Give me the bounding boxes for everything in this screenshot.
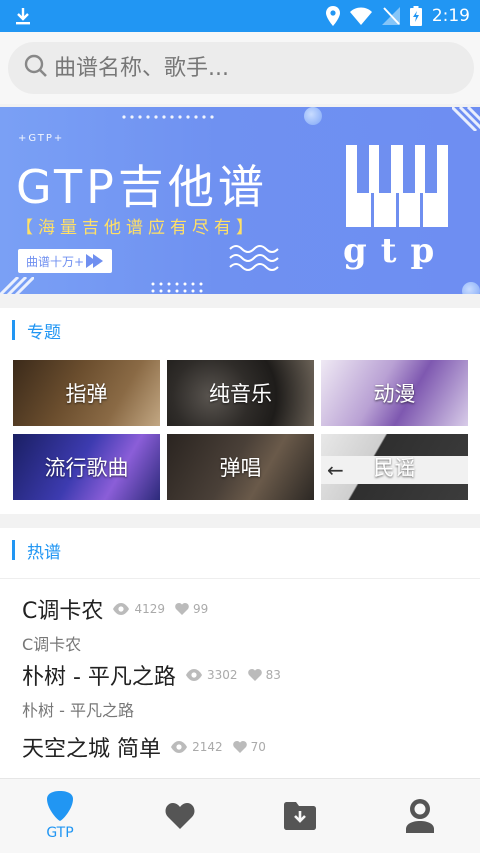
search-icon (24, 54, 48, 82)
section-accent-bar (12, 540, 15, 560)
topic-tile-pop[interactable]: 流行歌曲 (13, 434, 160, 500)
song-title: 天空之城 简单 (22, 737, 161, 762)
battery-icon (409, 6, 422, 26)
section-accent-bar (12, 320, 15, 340)
decor-stripes (0, 277, 34, 294)
banner-title: GTP吉他谱 (16, 160, 268, 214)
play-arrow-icon (86, 254, 104, 268)
view-count: 4129 (134, 602, 166, 616)
clock-time: 2:19 (431, 6, 470, 26)
topics-title: 专题 (27, 322, 61, 343)
topic-tile-fingerstyle[interactable]: 指弹 (13, 360, 160, 426)
hot-title: 热谱 (27, 542, 61, 563)
topic-label: 弹唱 (219, 456, 262, 480)
song-stats: 4129 99 (112, 602, 208, 616)
download-folder-icon (284, 802, 316, 830)
no-signal-icon (381, 7, 400, 25)
location-icon (325, 6, 340, 26)
song-stats: 3302 83 (185, 668, 281, 682)
hot-list: C调卡农 4129 99 C调卡农 朴树 - 平凡之路 3302 83 朴树 -… (0, 578, 480, 778)
hot-section: 热谱 C调卡农 4129 99 C调卡农 朴树 - 平凡之路 3302 83 朴… (0, 528, 480, 778)
eye-icon (171, 741, 188, 753)
banner-logo-text: gtp (343, 231, 449, 271)
song-title: 朴树 - 平凡之路 (22, 665, 176, 690)
download-icon (14, 6, 32, 26)
wave-decor (229, 245, 279, 271)
topic-tile-anime[interactable]: 动漫 (321, 360, 468, 426)
banner-badge: 曲谱十万+ (18, 249, 113, 273)
nav-tab-gtp[interactable]: GTP (0, 779, 120, 853)
eye-icon (186, 669, 203, 681)
topic-tile-sing-along[interactable]: 弹唱 (167, 434, 314, 500)
topic-label: 指弹 (65, 382, 108, 406)
like-count: 83 (265, 668, 281, 682)
pick-icon (47, 791, 73, 821)
song-title: C调卡农 (22, 599, 104, 624)
bottom-nav: GTP (0, 778, 480, 853)
heart-icon (165, 803, 195, 829)
piano-keys-logo (346, 145, 448, 227)
topics-section: 专题 指弹 纯音乐 动漫 流行歌曲 弹唱 ← 民谣 (0, 308, 480, 514)
banner-subtitle: +GTP+ (18, 133, 65, 144)
song-subtitle: 朴树 - 平凡之路 (22, 701, 134, 720)
view-count: 2142 (192, 740, 223, 754)
like-count: 99 (193, 602, 209, 616)
nav-tab-favorites[interactable] (120, 779, 240, 853)
nav-tab-profile[interactable] (360, 779, 480, 853)
topic-tile-folk[interactable]: ← 民谣 (321, 434, 468, 500)
topic-tile-instrumental[interactable]: 纯音乐 (167, 360, 314, 426)
decor-ball (304, 107, 322, 125)
banner-badge-label: 曲谱十万+ (26, 254, 85, 269)
topics-grid: 指弹 纯音乐 动漫 流行歌曲 弹唱 ← 民谣 (13, 360, 468, 500)
song-stats: 2142 70 (170, 740, 266, 754)
topic-label: 流行歌曲 (44, 456, 129, 480)
search-area (0, 32, 480, 104)
decor-stripes (452, 107, 480, 131)
search-input[interactable] (54, 55, 454, 81)
eye-icon (113, 603, 130, 615)
user-icon (406, 799, 434, 833)
topics-header: 专题 (0, 308, 480, 352)
nav-tab-downloads[interactable] (240, 779, 360, 853)
topic-label: 动漫 (373, 382, 416, 406)
heart-icon (232, 741, 247, 753)
heart-icon (175, 603, 189, 615)
topic-label: 民谣 (373, 456, 416, 480)
status-bar: 2:19 (0, 0, 480, 32)
list-item[interactable]: 天空之城 简单 2142 70 (0, 731, 480, 778)
nav-tab-label: GTP (46, 825, 74, 841)
decor-dots (122, 115, 214, 119)
arrow-left-icon: ← (327, 458, 344, 482)
song-subtitle: C调卡农 (22, 635, 82, 654)
banner-tagline: 【海量吉他谱应有尽有】 (16, 218, 258, 238)
heart-icon (247, 669, 262, 681)
topic-label: 纯音乐 (209, 382, 272, 406)
decor-dots (151, 282, 203, 293)
wifi-icon (349, 7, 372, 25)
promo-banner[interactable]: +GTP+ GTP吉他谱 【海量吉他谱应有尽有】 曲谱十万+ gtp (0, 107, 480, 294)
list-item[interactable]: C调卡农 4129 99 C调卡农 (0, 579, 480, 655)
like-count: 70 (250, 740, 266, 754)
list-item[interactable]: 朴树 - 平凡之路 3302 83 朴树 - 平凡之路 (0, 655, 480, 731)
decor-ball (462, 282, 480, 294)
hot-header: 热谱 (0, 528, 480, 572)
view-count: 3302 (207, 668, 238, 682)
search-bar[interactable] (8, 42, 474, 94)
